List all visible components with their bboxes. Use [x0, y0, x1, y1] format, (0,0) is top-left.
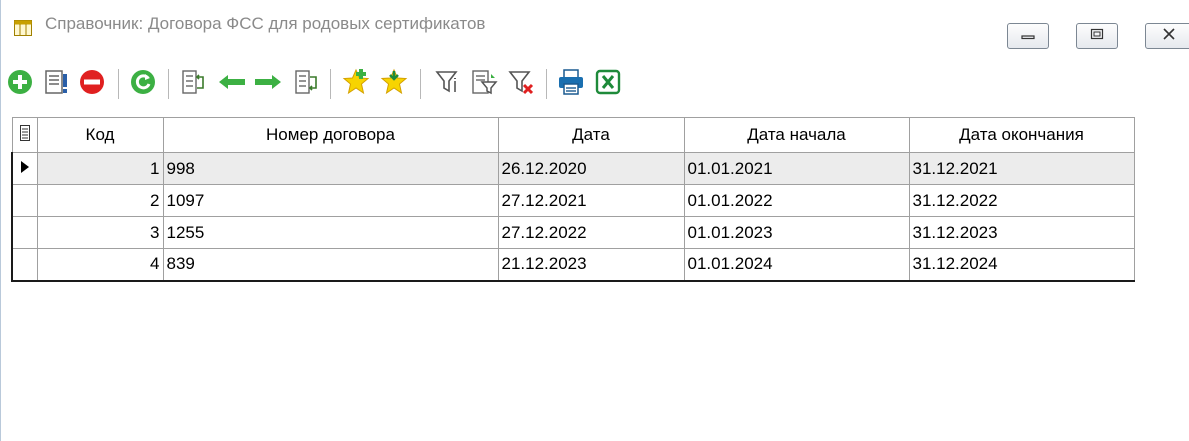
toolbar-separator — [420, 69, 421, 99]
grid-header-row: Код Номер договора Дата Дата начала Дата… — [11, 117, 1135, 153]
column-header-start-date[interactable]: Дата начала — [683, 117, 910, 153]
list-icon — [19, 124, 30, 145]
move-left-button[interactable] — [215, 67, 249, 101]
current-row-arrow-icon — [20, 159, 30, 178]
cell-start-date[interactable]: 01.01.2023 — [683, 216, 910, 249]
cell-code[interactable]: 1 — [36, 152, 164, 185]
row-indicator[interactable] — [11, 216, 38, 249]
cell-code[interactable]: 3 — [36, 216, 164, 249]
arrow-left-icon — [217, 72, 247, 97]
row-indicator[interactable] — [11, 248, 38, 282]
filter-edit-button[interactable] — [467, 67, 501, 101]
print-button[interactable] — [554, 67, 588, 101]
table-icon — [14, 20, 32, 36]
cell-number[interactable]: 1097 — [162, 184, 499, 217]
excel-export-button[interactable] — [591, 67, 625, 101]
maximize-button[interactable] — [1076, 23, 1118, 49]
title-bar[interactable]: Справочник: Договора ФСС для родовых сер… — [1, 0, 1189, 49]
favorite-add-button[interactable] — [339, 67, 373, 101]
cell-end-date[interactable]: 31.12.2021 — [908, 152, 1135, 185]
cell-start-date[interactable]: 01.01.2022 — [683, 184, 910, 217]
refresh-button[interactable] — [126, 67, 160, 101]
cell-start-date[interactable]: 01.01.2024 — [683, 248, 910, 282]
cell-date[interactable]: 27.12.2022 — [497, 216, 685, 249]
column-export-button[interactable] — [290, 67, 324, 101]
cell-end-date[interactable]: 31.12.2024 — [908, 248, 1135, 282]
cell-number[interactable]: 998 — [162, 152, 499, 185]
refresh-icon — [129, 68, 157, 101]
filter-icon — [434, 68, 462, 101]
cell-end-date[interactable]: 31.12.2023 — [908, 216, 1135, 249]
cell-start-date[interactable]: 01.01.2021 — [683, 152, 910, 185]
move-right-button[interactable] — [251, 67, 285, 101]
close-icon — [1162, 27, 1176, 45]
maximize-icon — [1090, 27, 1104, 45]
column-header-number[interactable]: Номер договора — [162, 117, 499, 153]
minimize-icon — [1021, 27, 1035, 45]
toolbar — [1, 63, 1189, 107]
delete-icon — [78, 68, 106, 101]
filter-clear-button[interactable] — [504, 67, 538, 101]
contracts-grid: Код Номер договора Дата Дата начала Дата… — [11, 117, 1135, 282]
favorite-select-button[interactable] — [377, 67, 411, 101]
window-title: Справочник: Договора ФСС для родовых сер… — [45, 14, 486, 33]
excel-icon — [595, 69, 621, 100]
delete-button[interactable] — [75, 67, 109, 101]
table-row[interactable]: 4 839 21.12.2023 01.01.2024 31.12.2024 — [11, 248, 1135, 282]
filter-edit-icon — [470, 68, 498, 101]
favorite-add-icon — [341, 67, 371, 102]
add-icon — [6, 68, 34, 101]
cell-date[interactable]: 26.12.2020 — [497, 152, 685, 185]
row-indicator[interactable] — [11, 152, 38, 185]
cell-date[interactable]: 21.12.2023 — [497, 248, 685, 282]
column-header-code[interactable]: Код — [36, 117, 164, 153]
arrow-right-icon — [253, 72, 283, 97]
minimize-button[interactable] — [1007, 23, 1049, 49]
cell-end-date[interactable]: 31.12.2022 — [908, 184, 1135, 217]
table-row[interactable]: 2 1097 27.12.2021 01.01.2022 31.12.2022 — [11, 184, 1135, 217]
cell-code[interactable]: 2 — [36, 184, 164, 217]
edit-icon — [42, 68, 70, 101]
column-export-icon — [293, 68, 321, 101]
filter-clear-icon — [507, 68, 535, 101]
toolbar-separator — [168, 69, 169, 99]
print-icon — [556, 68, 586, 101]
column-settings-button[interactable] — [177, 67, 211, 101]
edit-button[interactable] — [39, 67, 73, 101]
column-settings-icon — [180, 68, 208, 101]
row-selector-header[interactable] — [11, 117, 38, 153]
cell-number[interactable]: 839 — [162, 248, 499, 282]
cell-code[interactable]: 4 — [36, 248, 164, 282]
table-row[interactable]: 1 998 26.12.2020 01.01.2021 31.12.2021 — [11, 152, 1135, 185]
close-button[interactable] — [1145, 23, 1189, 49]
column-header-end-date[interactable]: Дата окончания — [908, 117, 1135, 153]
row-indicator[interactable] — [11, 184, 38, 217]
toolbar-separator — [546, 69, 547, 99]
filter-button[interactable] — [431, 67, 465, 101]
add-button[interactable] — [3, 67, 37, 101]
column-header-date[interactable]: Дата — [497, 117, 685, 153]
table-row[interactable]: 3 1255 27.12.2022 01.01.2023 31.12.2023 — [11, 216, 1135, 249]
toolbar-separator — [330, 69, 331, 99]
cell-number[interactable]: 1255 — [162, 216, 499, 249]
reference-window: Справочник: Договора ФСС для родовых сер… — [0, 0, 1189, 441]
toolbar-separator — [118, 69, 119, 99]
cell-date[interactable]: 27.12.2021 — [497, 184, 685, 217]
favorite-select-icon — [379, 67, 409, 102]
